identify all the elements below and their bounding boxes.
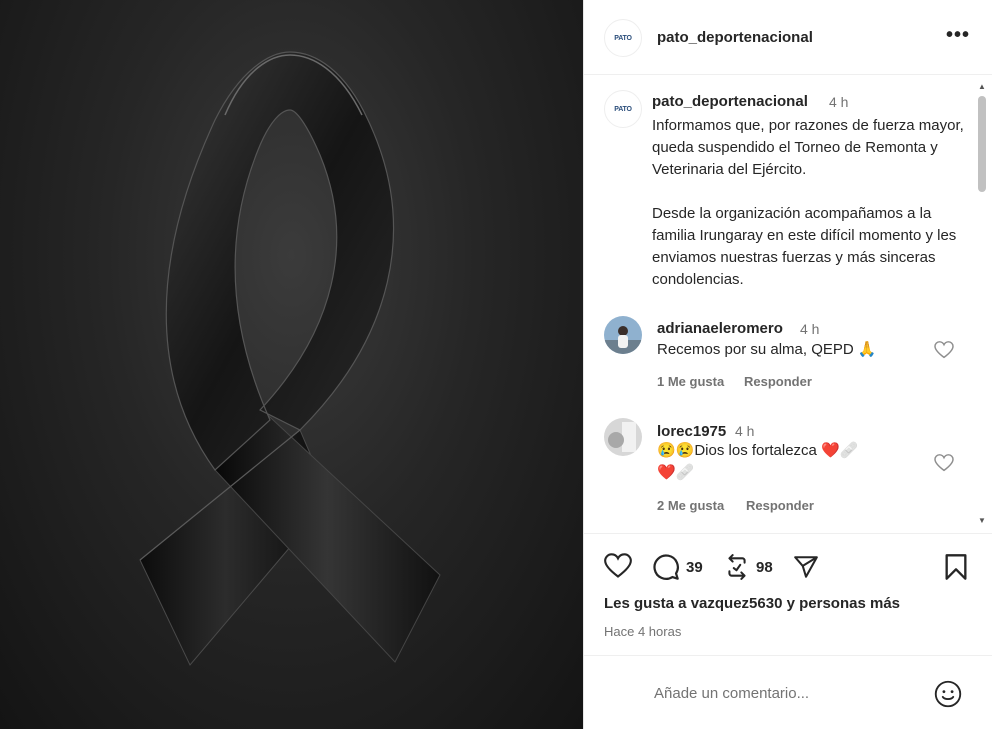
caption-username[interactable]: pato_deportenacional <box>652 93 808 110</box>
avatar[interactable] <box>604 418 642 456</box>
save-button[interactable] <box>944 553 968 581</box>
post-actions: 39 98 Les gusta a vazquez5630 y personas… <box>584 533 992 643</box>
emoji-icon[interactable] <box>934 680 962 708</box>
scroll-down-arrow-icon[interactable]: ▼ <box>978 516 986 525</box>
post-username[interactable]: pato_deportenacional <box>657 29 813 46</box>
likes-summary[interactable]: Les gusta a vazquez5630 y personas más <box>604 595 900 612</box>
add-comment-bar <box>584 655 992 729</box>
comment-text-line-2: ❤️🩹 <box>657 464 695 481</box>
post-time: Hace 4 horas <box>604 624 682 639</box>
post-header: PATO pato_deportenacional ••• <box>584 0 992 75</box>
share-button[interactable] <box>792 554 820 580</box>
repost-button[interactable]: 98 <box>724 553 773 581</box>
comment-heart-icon[interactable] <box>934 454 954 472</box>
logo-text: PATO <box>614 34 632 42</box>
comment-bubble-icon <box>653 554 679 580</box>
comment-likes[interactable]: 1 Me gusta <box>657 374 724 389</box>
comment-heart-icon[interactable] <box>934 341 954 359</box>
logo-text: PATO <box>614 105 632 113</box>
scroll-up-arrow-icon[interactable]: ▲ <box>978 82 986 91</box>
comments-section[interactable]: PATO pato_deportenacional 4 h Informamos… <box>584 76 992 532</box>
comment-time: 4 h <box>800 321 820 337</box>
comment-count: 39 <box>686 558 703 576</box>
reply-button[interactable]: Responder <box>744 374 812 389</box>
heart-icon <box>604 553 632 578</box>
more-options-icon[interactable]: ••• <box>946 24 970 47</box>
comment-text: Recemos por su alma, QEPD 🙏 <box>657 341 877 358</box>
avatar[interactable] <box>604 316 642 354</box>
comment-likes[interactable]: 2 Me gusta <box>657 498 724 513</box>
comment-username[interactable]: lorec1975 <box>657 423 726 440</box>
black-ribbon-icon <box>139 51 441 666</box>
comment-username[interactable]: adrianaeleromero <box>657 320 783 337</box>
likes-user[interactable]: vazquez5630 <box>691 595 783 612</box>
comments-scrollbar[interactable]: ▲ ▼ <box>976 82 988 528</box>
reply-button[interactable]: Responder <box>746 498 814 513</box>
comment-input[interactable] <box>654 680 914 706</box>
likes-suffix: y personas más <box>782 595 900 612</box>
post-image <box>0 0 583 729</box>
repost-icon <box>728 554 746 580</box>
caption-time: 4 h <box>829 94 849 110</box>
scroll-thumb[interactable] <box>978 96 986 192</box>
like-button[interactable] <box>604 553 632 579</box>
send-icon <box>794 556 818 578</box>
repost-count: 98 <box>756 558 773 576</box>
profile-avatar[interactable]: PATO <box>604 19 642 57</box>
comment-time: 4 h <box>735 423 755 439</box>
bookmark-icon <box>945 554 967 580</box>
caption-avatar[interactable]: PATO <box>604 90 642 128</box>
comment-button[interactable]: 39 <box>652 553 703 581</box>
likes-prefix: Les gusta a <box>604 595 691 612</box>
comment-text-line-1: 😢😢Dios los fortalezca ❤️🩹 <box>657 442 859 459</box>
post-sidebar: PATO pato_deportenacional ••• PATO pato_… <box>583 0 992 729</box>
caption-text: Informamos que, por razones de fuerza ma… <box>652 117 964 288</box>
